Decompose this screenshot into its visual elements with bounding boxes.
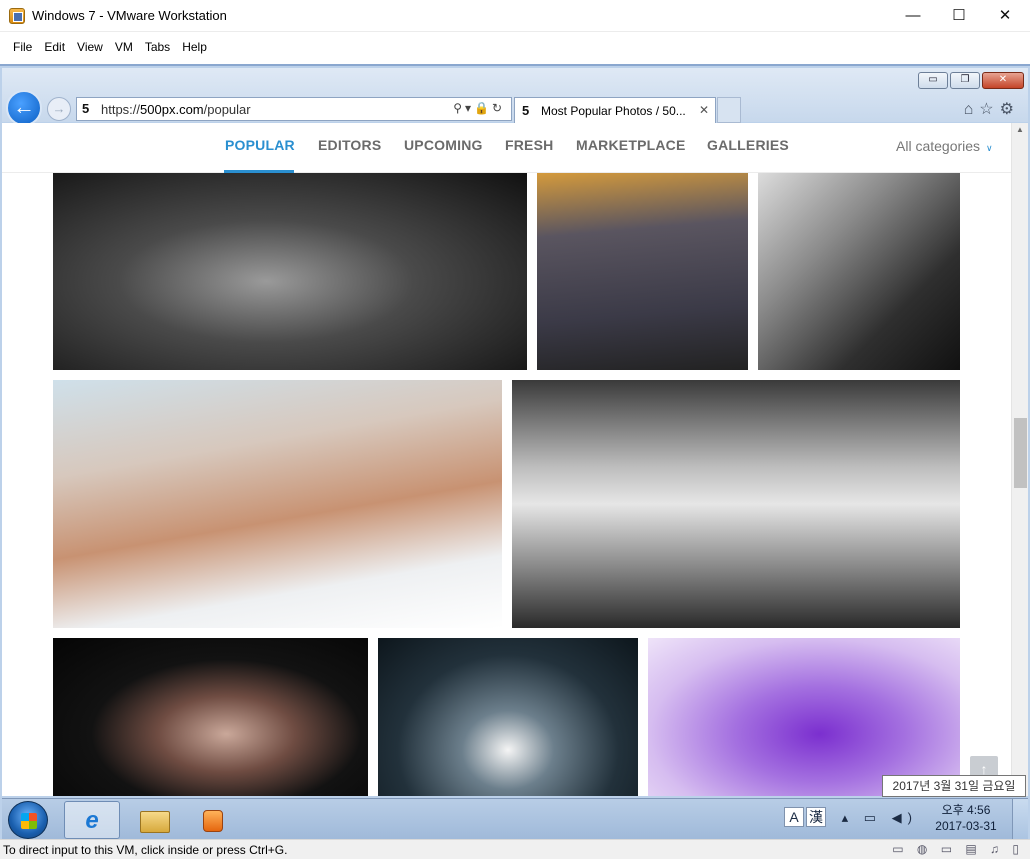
menu-tabs[interactable]: Tabs xyxy=(139,32,176,62)
url-host: 500px.com xyxy=(140,102,204,117)
clock-time: 오후 4:56 xyxy=(941,803,991,817)
nav-popular[interactable]: POPULAR xyxy=(225,137,295,153)
site-nav: POPULAR EDITORS UPCOMING FRESH MARKETPLA… xyxy=(2,123,1028,173)
ie-close-button[interactable]: ✕ xyxy=(982,72,1024,89)
start-button[interactable] xyxy=(8,801,48,839)
nav-marketplace[interactable]: MARKETPLACE xyxy=(576,137,686,153)
host-minimize-button[interactable]: — xyxy=(890,0,936,31)
tab-title: Most Popular Photos / 50... xyxy=(541,104,686,118)
tab-close-icon[interactable]: ✕ xyxy=(699,103,709,117)
nav-galleries[interactable]: GALLERIES xyxy=(707,137,789,153)
scroll-up-arrow-icon[interactable]: ▲ xyxy=(1016,125,1024,134)
menu-help[interactable]: Help xyxy=(176,32,213,62)
nav-upcoming[interactable]: UPCOMING xyxy=(404,137,483,153)
date-tooltip: 2017년 3월 31일 금요일 xyxy=(882,775,1026,797)
menu-vm[interactable]: VM xyxy=(109,32,139,62)
taskbar-clock[interactable]: 오후 4:56 2017-03-31 xyxy=(928,802,1004,834)
browser-tab[interactable]: 5 Most Popular Photos / 50... ✕ xyxy=(514,97,716,123)
chevron-down-icon: ∨ xyxy=(986,143,993,153)
url-scheme: https:// xyxy=(101,102,141,117)
ie-minimize-button[interactable]: ▭ xyxy=(918,72,948,89)
ime-hanja-icon[interactable]: 漢 xyxy=(806,807,826,827)
photo-purple-crocus[interactable] xyxy=(648,638,960,796)
new-tab-button[interactable] xyxy=(717,97,741,123)
all-categories-label: All categories xyxy=(896,138,981,154)
taskbar-file-explorer-button[interactable] xyxy=(126,801,182,839)
vmware-app-icon xyxy=(9,8,25,24)
back-button[interactable]: ← xyxy=(6,90,42,126)
menu-edit[interactable]: Edit xyxy=(38,32,71,62)
taskbar-media-player-button[interactable] xyxy=(184,801,240,839)
system-tray: A漢 ▴ ▭ ◀) xyxy=(784,807,918,827)
web-page: POPULAR EDITORS UPCOMING FRESH MARKETPLA… xyxy=(2,123,1028,796)
windows-taskbar: e A漢 ▴ ▭ ◀) 오후 4:56 2017-03-31 xyxy=(2,798,1028,841)
device-status-icons[interactable]: ▭ ◍ ▭ ▤ ♫ ▯ xyxy=(892,842,1024,856)
show-desktop-button[interactable] xyxy=(1012,799,1028,841)
all-categories-dropdown[interactable]: All categories ∨ xyxy=(896,138,993,154)
address-url[interactable]: https://500px.com/popular xyxy=(101,102,251,117)
site-favicon-icon: 5 xyxy=(82,101,90,116)
nav-fresh[interactable]: FRESH xyxy=(505,137,553,153)
ie-restore-button[interactable]: ❐ xyxy=(950,72,980,89)
photo-woman-portrait-white-fur[interactable] xyxy=(53,380,502,628)
ie-toolbar: ▭ ❐ ✕ ← → 5 https://500px.com/popular ⚲▾… xyxy=(2,68,1028,126)
ime-mode-a-icon[interactable]: A xyxy=(784,807,804,827)
clock-date: 2017-03-31 xyxy=(935,819,997,833)
address-bar[interactable]: 5 https://500px.com/popular ⚲▾🔒↻ xyxy=(76,97,512,121)
photo-lighthouse-long-exposure-bw[interactable] xyxy=(512,380,960,628)
menu-view[interactable]: View xyxy=(71,32,109,62)
forward-button[interactable]: → xyxy=(47,97,71,121)
ie-home-favorites-tools-icons[interactable]: ⌂☆⚙ xyxy=(964,99,1020,119)
vmware-status-bar: To direct input to this VM, click inside… xyxy=(0,839,1030,859)
host-title-bar: Windows 7 - VMware Workstation — ☐ ✕ xyxy=(0,0,1030,32)
host-close-button[interactable]: ✕ xyxy=(982,0,1028,31)
host-maximize-button[interactable]: ☐ xyxy=(936,0,982,31)
photo-tunnel-light-trails[interactable] xyxy=(378,638,638,796)
photo-woman-dark-hood[interactable] xyxy=(53,638,368,796)
taskbar-internet-explorer-button[interactable]: e xyxy=(64,801,120,839)
photo-flower-butterfly-bw[interactable] xyxy=(53,173,527,370)
host-menu-bar: File Edit View VM Tabs Help xyxy=(0,32,1030,62)
vm-display[interactable]: ▭ ❐ ✕ ← → 5 https://500px.com/popular ⚲▾… xyxy=(0,64,1030,841)
host-window-title: Windows 7 - VMware Workstation xyxy=(32,8,227,23)
url-path: /popular xyxy=(203,102,251,117)
tab-favicon-icon: 5 xyxy=(522,103,530,118)
photo-rocky-beach-sunset[interactable] xyxy=(537,173,748,370)
address-tools-icons[interactable]: ⚲▾🔒↻ xyxy=(453,101,505,115)
status-message: To direct input to this VM, click inside… xyxy=(3,843,288,857)
tray-icons[interactable]: ▴ ▭ ◀) xyxy=(842,810,918,825)
page-scrollbar[interactable]: ▲ xyxy=(1011,123,1028,796)
nav-editors[interactable]: EDITORS xyxy=(318,137,381,153)
photo-woman-lying-bw[interactable] xyxy=(758,173,960,370)
scrollbar-thumb[interactable] xyxy=(1014,418,1027,488)
menu-file[interactable]: File xyxy=(7,32,38,62)
ie-window-controls: ▭ ❐ ✕ xyxy=(918,72,1024,90)
